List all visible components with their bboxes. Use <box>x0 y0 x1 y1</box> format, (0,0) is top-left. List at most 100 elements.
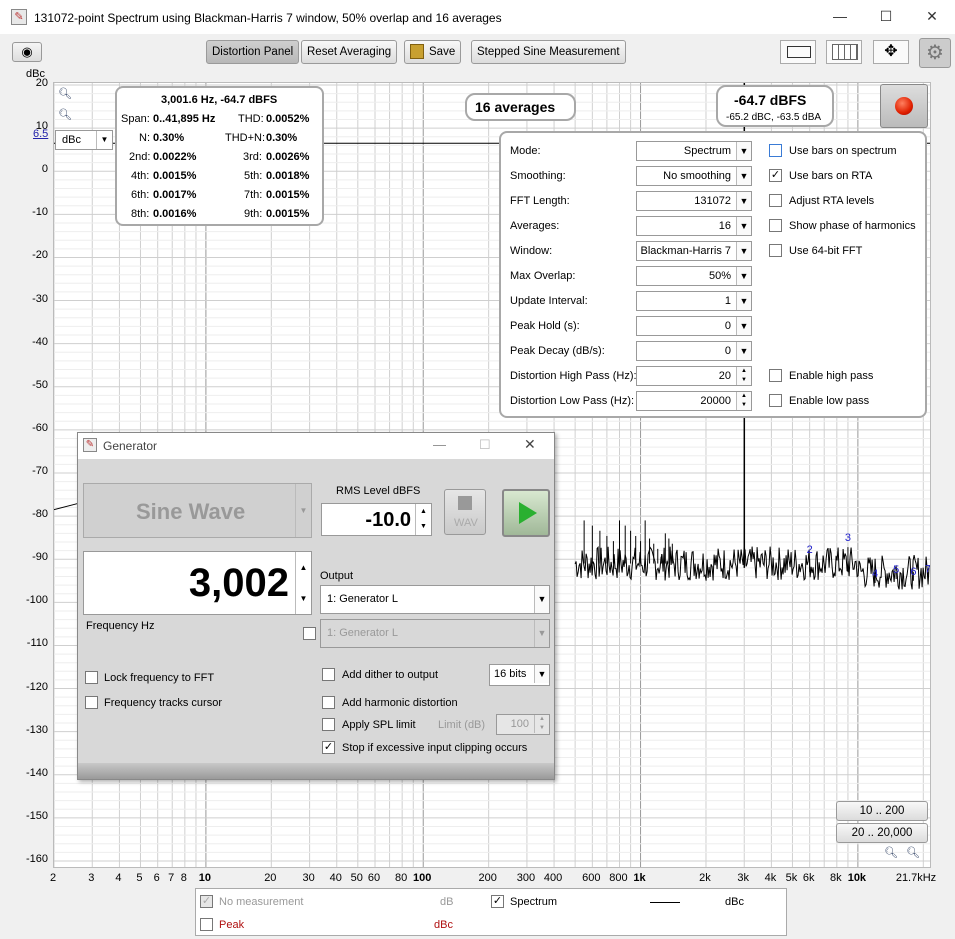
y-tick-label: -150 <box>25 809 48 822</box>
bits-value: 16 bits <box>494 668 527 680</box>
layout-icon[interactable] <box>780 40 816 64</box>
stepped-sine-button[interactable]: Stepped Sine Measurement <box>471 40 626 64</box>
averages-select[interactable]: 16 ▼ <box>636 216 752 236</box>
rms-level-spinner[interactable]: -10.0 ▲ ▼ <box>321 503 432 536</box>
zoom-in-x-icon[interactable]: 🔍︎ <box>906 846 920 859</box>
h4-value: 0.0015% <box>153 170 197 182</box>
adjust-rta-label: Adjust RTA levels <box>789 195 875 207</box>
overlap-value: 50% <box>708 270 731 282</box>
x-tick-label: 21.7kHz <box>895 872 937 884</box>
high-pass-label: Distortion High Pass (Hz): <box>510 370 637 382</box>
x-tick-label: 1k <box>633 872 646 884</box>
dither-checkbox[interactable] <box>322 668 335 681</box>
close-button[interactable]: ✕ <box>922 8 942 26</box>
wav-button[interactable]: WAV <box>444 489 486 535</box>
adjust-rta-checkbox[interactable] <box>769 194 782 207</box>
distortion-panel-button[interactable]: Distortion Panel <box>206 40 300 64</box>
bits-select[interactable]: 16 bits ▼ <box>489 664 550 686</box>
h6-value: 0.0017% <box>153 189 197 201</box>
record-button[interactable] <box>880 84 928 128</box>
y-tick-label: -80 <box>32 508 48 521</box>
enable-low-pass-label: Enable low pass <box>789 395 870 407</box>
h2-label: 2nd: <box>129 151 151 163</box>
generator-maximize-button[interactable]: ☐ <box>479 437 491 453</box>
fft-length-select[interactable]: 131072 ▼ <box>636 191 752 211</box>
overlap-select[interactable]: 50% ▼ <box>636 266 752 286</box>
waveform-select[interactable]: Sine Wave ▼ <box>83 483 312 538</box>
output2-enable-checkbox[interactable] <box>303 627 316 640</box>
track-cursor-checkbox[interactable] <box>85 696 98 709</box>
range-20-20000-button[interactable]: 20 .. 20,000 <box>836 823 928 843</box>
fit-arrows-icon[interactable]: ✥ <box>873 40 909 64</box>
minimize-button[interactable]: — <box>830 8 850 26</box>
low-pass-spinner[interactable]: 20000 ▲ ▼ <box>636 391 752 411</box>
x-tick-label: 2k <box>699 872 711 884</box>
no-measurement-checkbox[interactable]: ✓ <box>200 895 213 908</box>
lock-frequency-checkbox[interactable] <box>85 671 98 684</box>
window-select[interactable]: Blackman-Harris 7 ▼ <box>636 241 752 261</box>
stop-clipping-checkbox[interactable]: ✓ <box>322 741 335 754</box>
use-bars-spectrum-checkbox[interactable] <box>769 144 782 157</box>
show-phase-label: Show phase of harmonics <box>789 220 916 232</box>
generator-minimize-button[interactable]: — <box>433 437 446 452</box>
generator-footer <box>78 763 554 779</box>
unit-select[interactable]: dBc ▼ <box>55 130 113 150</box>
chevron-down-icon: ▼ <box>534 620 549 647</box>
x-tick-label: 5k <box>785 872 798 884</box>
chevron-down-icon: ▼ <box>736 142 751 160</box>
h6-label: 6th: <box>131 189 150 201</box>
zoom-in-icon[interactable]: 🔍︎ <box>58 87 72 100</box>
peak-decay-label: Peak Decay (dB/s): <box>510 345 605 357</box>
save-label: Save <box>429 46 456 58</box>
use-64bit-checkbox[interactable] <box>769 244 782 257</box>
settings-gear-icon[interactable]: ⚙ <box>919 38 951 68</box>
h9-label: 9th: <box>244 208 263 220</box>
show-phase-checkbox[interactable] <box>769 219 782 232</box>
play-button[interactable] <box>502 489 550 537</box>
peak-hold-value: 0 <box>724 320 731 332</box>
frequency-spinner[interactable]: 3,002 ▲ ▼ <box>83 551 312 615</box>
enable-high-pass-checkbox[interactable] <box>769 369 782 382</box>
peak-decay-select[interactable]: 0 ▼ <box>636 341 752 361</box>
peak-label: Peak <box>219 919 245 931</box>
camera-icon[interactable]: ◉ <box>12 42 42 62</box>
app-icon: ✎ <box>11 9 27 25</box>
output-select[interactable]: 1: Generator L ▼ <box>320 585 550 614</box>
high-pass-spinner[interactable]: 20 ▲ ▼ <box>636 366 752 386</box>
output2-select[interactable]: 1: Generator L ▼ <box>320 619 550 648</box>
enable-high-pass-label: Enable high pass <box>789 370 874 382</box>
spl-limit-checkbox[interactable] <box>322 718 335 731</box>
spectrum-checkbox[interactable]: ✓ <box>491 895 504 908</box>
smoothing-select[interactable]: No smoothing ▼ <box>636 166 752 186</box>
maximize-button[interactable]: ☐ <box>876 8 896 26</box>
play-icon <box>519 502 537 524</box>
save-button[interactable]: Save <box>404 40 462 64</box>
generator-close-button[interactable]: ✕ <box>524 436 536 453</box>
range-10-200-button[interactable]: 10 .. 200 <box>836 801 928 821</box>
frequency-label: Frequency Hz <box>86 620 155 632</box>
harmonic-distortion-checkbox[interactable] <box>322 696 335 709</box>
use-bars-rta-checkbox[interactable]: ✓ <box>769 169 782 182</box>
h9-value: 0.0015% <box>266 208 310 220</box>
peak-checkbox[interactable] <box>200 918 213 931</box>
chevron-down-icon: ▼ <box>534 586 549 613</box>
update-interval-select[interactable]: 1 ▼ <box>636 291 752 311</box>
h7-value: 0.0015% <box>266 189 310 201</box>
y-tick-label: -160 <box>25 853 48 865</box>
h4-label: 4th: <box>131 170 150 182</box>
mode-select[interactable]: Spectrum ▼ <box>636 141 752 161</box>
limit-spinner[interactable]: 100 ▲ ▼ <box>496 714 550 735</box>
no-measurement-label: No measurement <box>219 896 304 908</box>
frequency-value: 3,002 <box>188 561 289 605</box>
enable-low-pass-checkbox[interactable] <box>769 394 782 407</box>
reset-averaging-button[interactable]: Reset Averaging <box>301 40 398 64</box>
peak-hold-select[interactable]: 0 ▼ <box>636 316 752 336</box>
offset-value[interactable]: 6.5 <box>33 128 48 140</box>
zoom-out-icon[interactable]: 🔍︎ <box>58 108 72 121</box>
x-tick-label: 100 <box>413 872 432 884</box>
averages-label: Averages: <box>510 220 560 232</box>
chevron-down-icon: ▼ <box>736 217 751 235</box>
update-interval-label: Update Interval: <box>510 295 588 307</box>
columns-icon[interactable] <box>826 40 862 64</box>
zoom-out-x-icon[interactable]: 🔍︎ <box>884 846 898 859</box>
